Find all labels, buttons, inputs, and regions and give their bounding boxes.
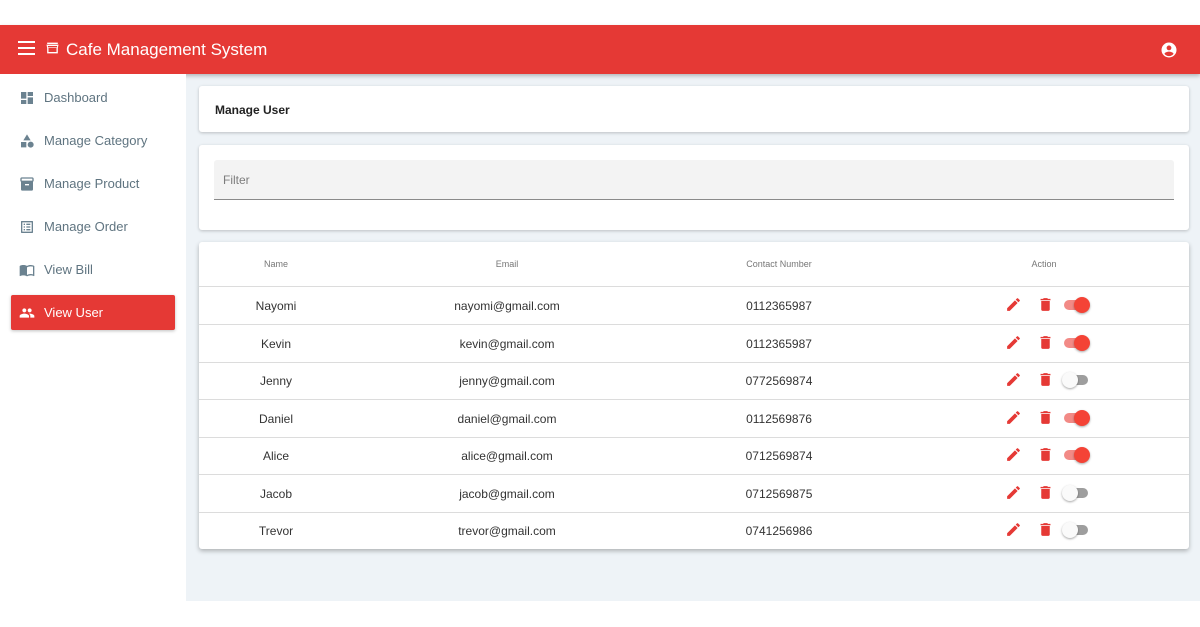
sidebar: Dashboard Manage Category Manage Product… xyxy=(0,74,186,601)
inventory-icon xyxy=(19,176,35,192)
people-icon xyxy=(19,305,35,321)
toggle-thumb xyxy=(1062,522,1078,538)
sidebar-item-label: Dashboard xyxy=(44,90,108,105)
cell-contact: 0112365987 xyxy=(746,299,812,313)
sidebar-item-label: Manage Category xyxy=(44,133,148,148)
toggle-thumb xyxy=(1062,484,1078,501)
cell-email: jenny@gmail.com xyxy=(459,374,555,388)
filter-input[interactable] xyxy=(214,160,1174,199)
top-toolbar: Cafe Management System xyxy=(0,25,1200,74)
sidebar-item-view-bill[interactable]: View Bill xyxy=(11,252,175,287)
status-toggle[interactable] xyxy=(1062,409,1090,426)
toggle-thumb xyxy=(1074,297,1090,313)
edit-icon[interactable] xyxy=(1005,484,1022,501)
cell-email: trevor@gmail.com xyxy=(458,524,556,538)
app-title: Cafe Management System xyxy=(66,40,268,59)
edit-icon[interactable] xyxy=(1005,521,1022,538)
sidebar-item-label: Manage Product xyxy=(44,176,140,191)
cell-email: kevin@gmail.com xyxy=(459,336,555,351)
table-row: Daniel daniel@gmail.com 0112569876 xyxy=(199,400,1189,438)
edit-icon[interactable] xyxy=(1005,296,1022,313)
import-contacts-icon xyxy=(19,262,35,278)
cell-name: Nayomi xyxy=(255,299,297,313)
sidebar-item-label: View User xyxy=(44,305,104,320)
cell-contact: 0741256986 xyxy=(745,524,813,538)
status-toggle[interactable] xyxy=(1062,372,1090,388)
table-row: Alice alice@gmail.com 0712569874 xyxy=(199,437,1189,475)
sidebar-item-manage-category[interactable]: Manage Category xyxy=(11,123,175,158)
store-icon xyxy=(46,42,59,54)
status-toggle[interactable] xyxy=(1062,484,1090,501)
category-icon xyxy=(19,133,35,149)
table-row: Kevin kevin@gmail.com 0112365987 xyxy=(199,325,1189,363)
delete-icon[interactable] xyxy=(1037,371,1054,388)
cell-contact: 0112365987 xyxy=(746,336,812,351)
cell-name: Daniel xyxy=(258,411,294,426)
table-row: Jacob jacob@gmail.com 0712569875 xyxy=(199,475,1189,513)
sidebar-item-manage-product[interactable]: Manage Product xyxy=(11,166,175,201)
page-title: Manage User xyxy=(215,103,290,117)
edit-icon[interactable] xyxy=(1005,371,1022,388)
delete-icon[interactable] xyxy=(1037,484,1054,501)
cell-name: Kevin xyxy=(260,336,292,351)
column-header-name: Name xyxy=(263,259,289,269)
cell-contact: 0712569874 xyxy=(745,449,813,463)
list-alt-icon xyxy=(19,219,35,235)
status-toggle[interactable] xyxy=(1062,334,1090,351)
status-toggle[interactable] xyxy=(1062,297,1090,313)
cell-name: Trevor xyxy=(258,524,294,538)
status-toggle[interactable] xyxy=(1062,447,1090,463)
edit-icon[interactable] xyxy=(1005,446,1022,463)
cell-contact: 0112569876 xyxy=(746,411,812,426)
edit-icon[interactable] xyxy=(1005,334,1022,351)
column-header-contact: Contact Number xyxy=(746,259,812,269)
table-row: Jenny jenny@gmail.com 0772569874 xyxy=(199,362,1189,400)
cell-name: Alice xyxy=(262,449,290,463)
app-container: Cafe Management System Dashboard Manage … xyxy=(0,25,1200,601)
filter-field xyxy=(214,160,1174,200)
cell-email: daniel@gmail.com xyxy=(457,411,557,426)
table-header: Name Email Contact Number Action xyxy=(199,242,1189,287)
filter-card xyxy=(199,145,1189,230)
page-title-card: Manage User xyxy=(199,86,1189,132)
toggle-thumb xyxy=(1062,372,1078,388)
toggle-thumb xyxy=(1074,447,1090,463)
sidebar-item-dashboard[interactable]: Dashboard xyxy=(11,80,175,115)
delete-icon[interactable] xyxy=(1037,446,1054,463)
cell-contact: 0712569875 xyxy=(745,486,813,501)
toggle-thumb xyxy=(1074,334,1090,351)
sidebar-item-label: View Bill xyxy=(44,262,93,277)
cell-name: Jacob xyxy=(259,486,293,501)
table-row: Trevor trevor@gmail.com 0741256986 xyxy=(199,512,1189,550)
delete-icon[interactable] xyxy=(1037,334,1054,351)
edit-icon[interactable] xyxy=(1005,409,1022,426)
cell-email: nayomi@gmail.com xyxy=(454,299,560,313)
status-toggle[interactable] xyxy=(1062,522,1090,538)
users-table: Name Email Contact Number Action Nayomi n… xyxy=(199,242,1189,549)
cell-email: jacob@gmail.com xyxy=(459,486,555,501)
table-row: Nayomi nayomi@gmail.com 0112365987 xyxy=(199,287,1189,325)
cell-name: Jenny xyxy=(259,374,293,388)
cell-contact: 0772569874 xyxy=(745,374,813,388)
cell-email: alice@gmail.com xyxy=(461,449,553,463)
dashboard-icon xyxy=(19,90,35,106)
column-header-email: Email xyxy=(495,259,519,269)
delete-icon[interactable] xyxy=(1037,409,1054,426)
account-circle-icon[interactable] xyxy=(1160,41,1178,59)
menu-icon[interactable] xyxy=(18,41,35,55)
sidebar-item-label: Manage Order xyxy=(44,219,128,234)
toggle-thumb xyxy=(1074,409,1090,426)
sidebar-item-view-user[interactable]: View User xyxy=(11,295,175,330)
delete-icon[interactable] xyxy=(1037,296,1054,313)
column-header-action: Action xyxy=(1031,259,1057,269)
delete-icon[interactable] xyxy=(1037,521,1054,538)
sidebar-item-manage-order[interactable]: Manage Order xyxy=(11,209,175,244)
